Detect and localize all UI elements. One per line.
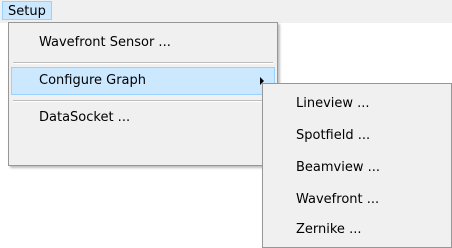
menu-item-datasocket[interactable]: DataSocket ... [11,104,275,132]
menu-item-configure-graph-label: Configure Graph [39,73,147,88]
menu-item-wavefront[interactable]: Wavefront ... [265,185,449,215]
menu-item-zernike[interactable]: Zernike ... [265,215,449,245]
menu-setup[interactable]: Setup [2,1,52,20]
menu-separator [13,100,273,102]
menu-item-lineview[interactable]: Lineview ... [265,89,449,119]
menu-bar: Setup [0,0,452,23]
setup-menu: Wavefront Sensor ... Configure Graph Dat… [8,22,278,166]
menu-item-beamview[interactable]: Beamview ... [265,153,449,183]
menu-item-wavefront-sensor[interactable]: Wavefront Sensor ... [11,29,275,57]
menu-item-configure-graph[interactable]: Configure Graph [11,67,275,95]
configure-graph-submenu: Lineview ... Spotfield ... Beamview ... … [262,83,452,248]
menu-separator [13,62,273,64]
menu-item-spotfield[interactable]: Spotfield ... [265,121,449,151]
